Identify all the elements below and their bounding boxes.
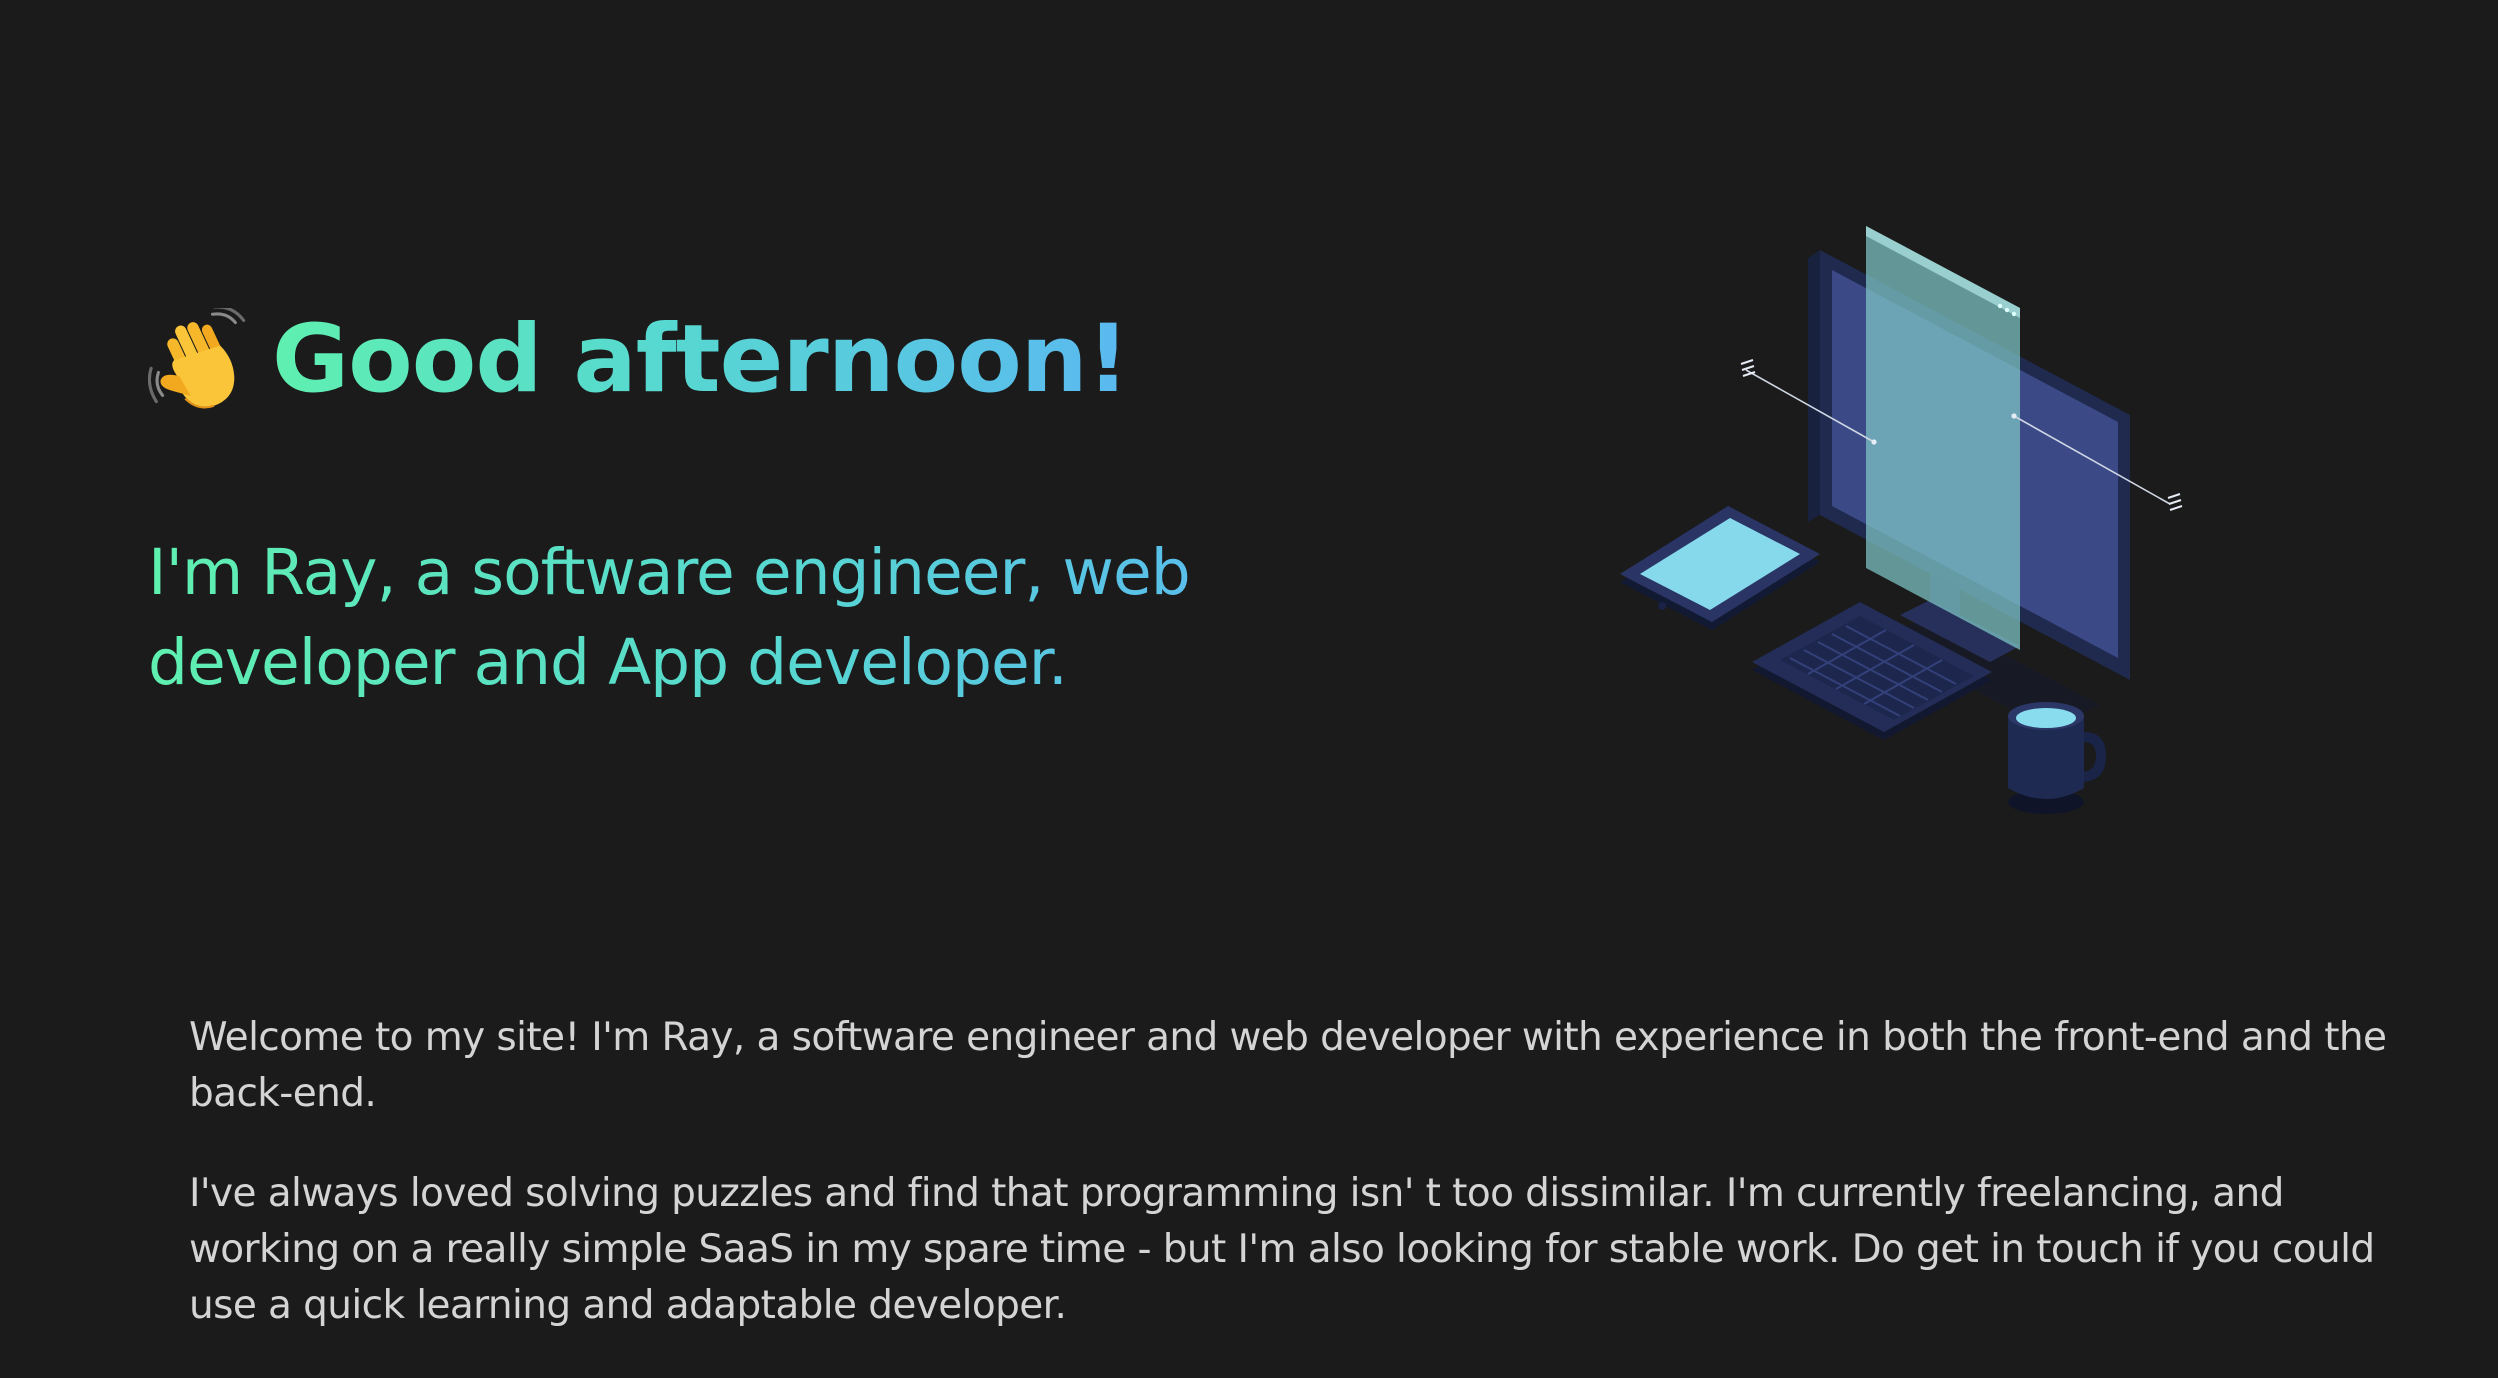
greeting-text: Good afternoon! xyxy=(272,300,1130,420)
browser-window-panel xyxy=(1866,226,2020,650)
about-paragraph-work: I've always loved solving puzzles and fi… xyxy=(189,1171,2375,1328)
hero-section: Good afternoon! I'm Ray, a software engi… xyxy=(0,0,2498,900)
workstation-illustration xyxy=(1620,226,2183,814)
coffee-mug-icon xyxy=(2008,702,2106,814)
greeting-heading: Good afternoon! xyxy=(148,300,1130,420)
about-paragraph-welcome: Welcome to my site! I'm Ray, a software … xyxy=(189,1015,2387,1116)
tagline: I'm Ray, a software engineer, web develo… xyxy=(148,528,1278,708)
waving-hand-icon xyxy=(148,308,246,409)
tablet-icon xyxy=(1620,506,1820,630)
about-section: Welcome to my site! I'm Ray, a software … xyxy=(189,1010,2389,1378)
